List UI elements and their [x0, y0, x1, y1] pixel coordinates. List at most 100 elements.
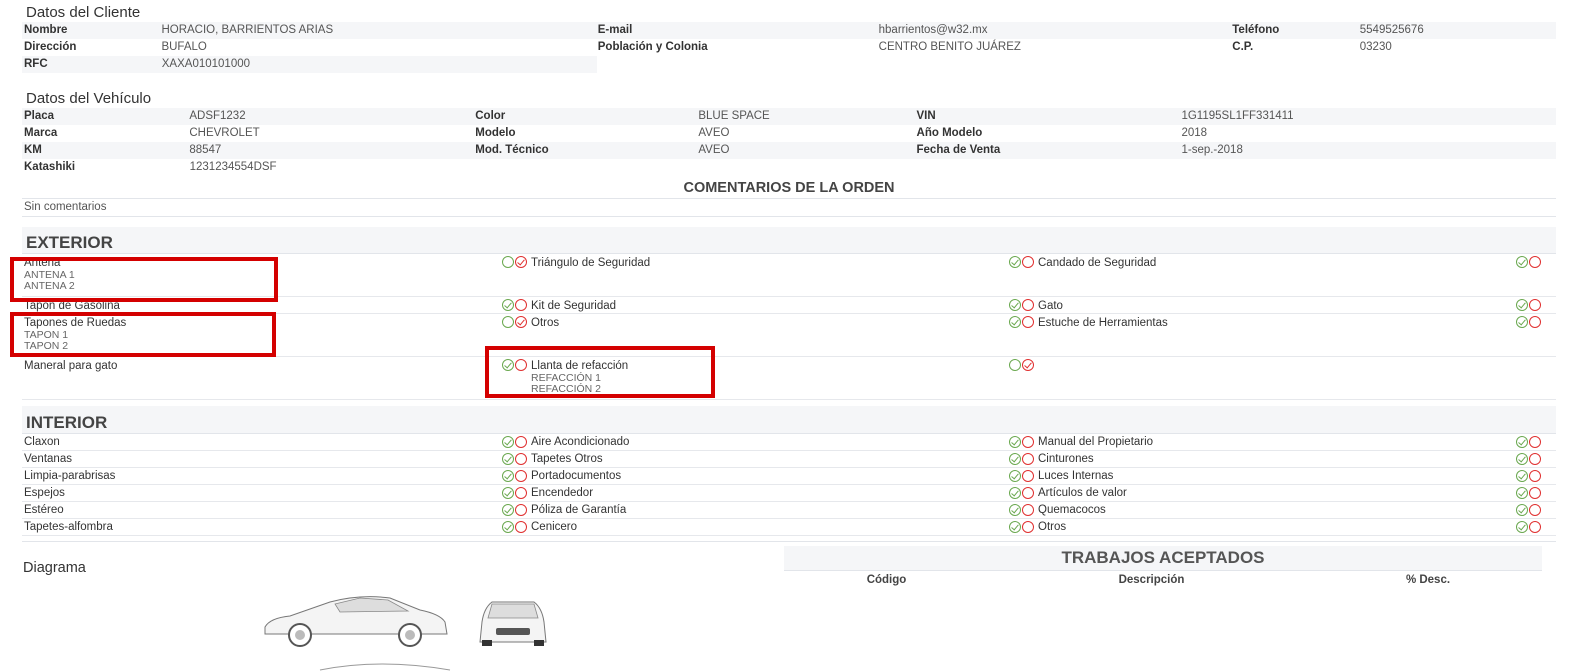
field-label: Fecha de Venta: [916, 144, 1001, 156]
check-bad-icon[interactable]: [515, 436, 527, 448]
check-bad-icon[interactable]: [515, 504, 527, 516]
check-bad-icon[interactable]: [1529, 299, 1541, 311]
interior-title: INTERIOR: [22, 413, 1556, 434]
checklist-item: Espejos: [22, 485, 529, 501]
check-ok-icon[interactable]: [1516, 487, 1528, 499]
check-bad-icon[interactable]: [1529, 256, 1541, 268]
info-row: RFC XAXA010101000: [22, 56, 597, 73]
check-bad-icon[interactable]: [515, 316, 527, 328]
checklist-item: Maneral para gato: [22, 357, 529, 399]
check-bad-icon[interactable]: [1022, 487, 1034, 499]
checklist-row: Tapón de Gasolina Kit de Seguridad Gato: [22, 297, 1556, 314]
item-name: Aire Acondicionado: [531, 436, 630, 448]
status-checks: [502, 487, 527, 499]
status-checks: [1009, 256, 1034, 268]
check-ok-icon[interactable]: [502, 521, 514, 533]
check-ok-icon[interactable]: [1516, 299, 1528, 311]
status-checks: [1516, 256, 1541, 268]
check-ok-icon[interactable]: [1009, 359, 1021, 371]
check-bad-icon[interactable]: [1529, 470, 1541, 482]
check-ok-icon[interactable]: [1009, 470, 1021, 482]
check-ok-icon[interactable]: [502, 299, 514, 311]
check-bad-icon[interactable]: [1529, 316, 1541, 328]
check-bad-icon[interactable]: [1022, 436, 1034, 448]
field-value: CENTRO BENITO JUÁREZ: [878, 41, 1021, 53]
item-sub-value: TAPON 2: [24, 340, 69, 352]
status-checks: [1516, 470, 1541, 482]
check-ok-icon[interactable]: [1516, 436, 1528, 448]
check-ok-icon[interactable]: [1516, 256, 1528, 268]
check-ok-icon[interactable]: [1009, 453, 1021, 465]
check-bad-icon[interactable]: [1022, 504, 1034, 516]
check-bad-icon[interactable]: [1022, 359, 1034, 371]
check-ok-icon[interactable]: [1009, 487, 1021, 499]
item-name: Antena: [24, 257, 61, 269]
check-bad-icon[interactable]: [1022, 299, 1034, 311]
client-section: Datos del Cliente Nombre HORACIO, BARRIEN…: [22, 0, 1556, 73]
check-bad-icon[interactable]: [515, 521, 527, 533]
check-bad-icon[interactable]: [515, 299, 527, 311]
checklist-item: Claxon: [22, 434, 529, 450]
check-bad-icon[interactable]: [1022, 470, 1034, 482]
check-bad-icon[interactable]: [1022, 453, 1034, 465]
check-bad-icon[interactable]: [515, 470, 527, 482]
item-name: Artículos de valor: [1038, 487, 1127, 499]
check-ok-icon[interactable]: [502, 436, 514, 448]
check-ok-icon[interactable]: [502, 316, 514, 328]
check-ok-icon[interactable]: [502, 256, 514, 268]
checklist-row: Tapones de Ruedas TAPON 1 TAPON 2 Otros Estu…: [22, 314, 1556, 357]
checklist-row: Limpia-parabrisas Portadocumentos Luces In…: [22, 468, 1556, 485]
field-value: 2018: [1181, 127, 1208, 139]
field-value: 88547: [189, 144, 222, 156]
checklist-item: Cinturones: [1036, 451, 1543, 467]
check-ok-icon[interactable]: [1516, 316, 1528, 328]
check-bad-icon[interactable]: [1529, 453, 1541, 465]
check-ok-icon[interactable]: [502, 504, 514, 516]
check-ok-icon[interactable]: [1009, 299, 1021, 311]
check-ok-icon[interactable]: [1009, 316, 1021, 328]
field-label: Población y Colonia: [597, 41, 708, 53]
check-bad-icon[interactable]: [515, 359, 527, 371]
status-checks: [1009, 436, 1034, 448]
check-ok-icon[interactable]: [502, 487, 514, 499]
check-bad-icon[interactable]: [1529, 487, 1541, 499]
item-name: Triángulo de Seguridad: [531, 257, 651, 269]
check-ok-icon[interactable]: [1516, 504, 1528, 516]
check-ok-icon[interactable]: [502, 359, 514, 371]
checklist-item: Kit de Seguridad: [529, 297, 1036, 313]
check-bad-icon[interactable]: [1022, 521, 1034, 533]
field-value: HORACIO, BARRIENTOS ARIAS: [161, 24, 334, 36]
item-name: Limpia-parabrisas: [24, 470, 116, 482]
check-ok-icon[interactable]: [1516, 521, 1528, 533]
check-bad-icon[interactable]: [1529, 436, 1541, 448]
field-label: E-mail: [597, 24, 633, 36]
check-bad-icon[interactable]: [515, 256, 527, 268]
checklist-item: Tapones de Ruedas TAPON 1 TAPON 2: [22, 314, 529, 356]
comments-text: Sin comentarios: [22, 198, 1556, 217]
check-bad-icon[interactable]: [515, 487, 527, 499]
field-value: 1-sep.-2018: [1181, 144, 1243, 156]
check-bad-icon[interactable]: [1022, 316, 1034, 328]
checklist-item: Estéreo: [22, 502, 529, 518]
check-ok-icon[interactable]: [1009, 504, 1021, 516]
checklist-row: Antena ANTENA 1 ANTENA 2 Triángulo de Segur…: [22, 254, 1556, 297]
check-ok-icon[interactable]: [502, 453, 514, 465]
check-bad-icon[interactable]: [1022, 256, 1034, 268]
check-ok-icon[interactable]: [1009, 256, 1021, 268]
exterior-title: EXTERIOR: [22, 233, 1556, 254]
check-bad-icon[interactable]: [515, 453, 527, 465]
checklist-item: Tapetes-alfombra: [22, 519, 529, 535]
checklist-row: Claxon Aire Acondicionado Manual del Propi…: [22, 434, 1556, 451]
status-checks: [1516, 487, 1541, 499]
check-bad-icon[interactable]: [1529, 504, 1541, 516]
checklist-item: Estuche de Herramientas: [1036, 314, 1543, 356]
check-ok-icon[interactable]: [1516, 453, 1528, 465]
check-ok-icon[interactable]: [1516, 470, 1528, 482]
check-ok-icon[interactable]: [502, 470, 514, 482]
checklist-row: Tapetes-alfombra Cenicero Otros: [22, 519, 1556, 536]
checklist-item: Luces Internas: [1036, 468, 1543, 484]
field-label: KM: [24, 144, 42, 156]
check-ok-icon[interactable]: [1009, 521, 1021, 533]
check-ok-icon[interactable]: [1009, 436, 1021, 448]
check-bad-icon[interactable]: [1529, 521, 1541, 533]
